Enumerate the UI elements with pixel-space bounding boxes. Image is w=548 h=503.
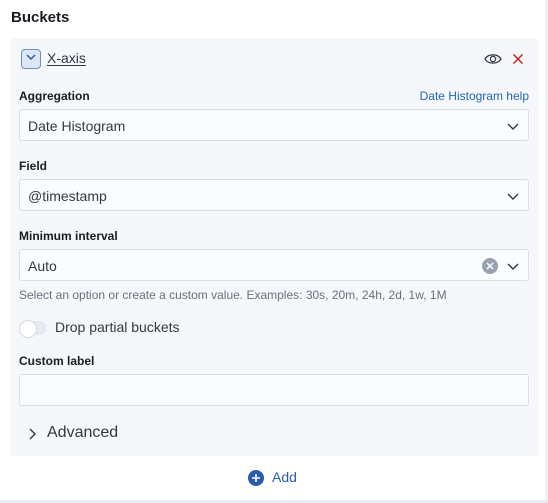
collapse-toggle-button[interactable] xyxy=(21,49,41,69)
bucket-header: X-axis xyxy=(11,38,539,80)
chevron-down-icon xyxy=(506,189,520,203)
bucket-xaxis: X-axis Aggregation Date Histogram help D… xyxy=(11,38,539,456)
remove-bucket-close-icon[interactable] xyxy=(510,51,526,67)
field-select[interactable]: @timestamp xyxy=(19,179,529,211)
advanced-label: Advanced xyxy=(47,424,119,441)
add-label: Add xyxy=(272,469,297,485)
drop-partial-buckets-switch[interactable] xyxy=(19,320,47,338)
interval-hint-text: Select an option or create a custom valu… xyxy=(19,288,447,302)
chevron-down-icon xyxy=(506,259,520,273)
custom-label-input[interactable] xyxy=(19,374,529,406)
advanced-toggle[interactable]: Advanced xyxy=(25,424,175,444)
date-histogram-help-link[interactable]: Date Histogram help xyxy=(420,89,529,103)
clear-icon[interactable] xyxy=(482,258,498,274)
chevron-down-icon xyxy=(506,119,520,133)
buckets-panel: Buckets X-axis Aggregation Date Histogra… xyxy=(0,0,548,503)
minimum-interval-combobox[interactable]: Auto xyxy=(19,249,529,281)
chevron-down-icon xyxy=(25,50,37,68)
add-bucket-button[interactable]: Add xyxy=(248,468,308,488)
panel-title: Buckets xyxy=(11,9,70,26)
aggregation-select[interactable]: Date Histogram xyxy=(19,109,529,141)
chevron-right-icon xyxy=(25,427,39,441)
eye-icon[interactable] xyxy=(484,51,502,67)
field-value: @timestamp xyxy=(28,188,107,204)
custom-label-label: Custom label xyxy=(19,354,95,368)
bucket-name-link[interactable]: X-axis xyxy=(47,50,86,66)
aggregation-value: Date Histogram xyxy=(28,118,126,134)
interval-value: Auto xyxy=(28,258,57,274)
aggregation-label: Aggregation xyxy=(19,89,90,103)
field-label: Field xyxy=(19,159,48,173)
minimum-interval-label: Minimum interval xyxy=(19,229,118,243)
drop-partial-buckets-label: Drop partial buckets xyxy=(55,319,180,335)
plus-circle-icon xyxy=(248,470,264,486)
